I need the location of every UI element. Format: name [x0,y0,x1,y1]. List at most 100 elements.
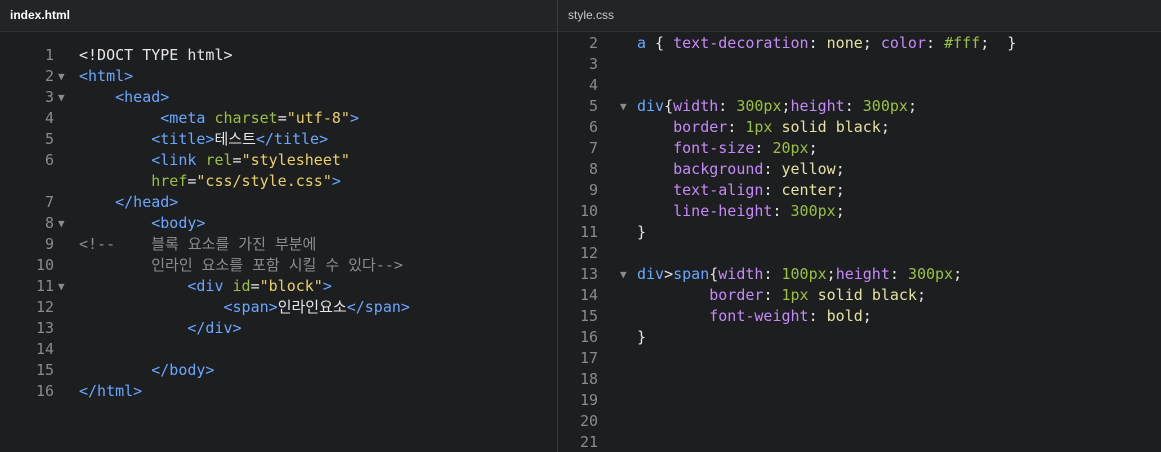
code-token: <title> [151,130,215,148]
code-text: href="css/style.css"> [79,171,341,192]
code-token: 테스트 [214,130,256,148]
code-line[interactable]: 6 border: 1px solid black; [558,117,1161,138]
code-line[interactable]: 11 ▼ <div id="block"> [0,276,557,297]
line-number: 12 [35,298,54,316]
tab-style-css[interactable]: style.css [568,0,614,31]
code-token: <div [187,277,233,295]
code-line[interactable]: 14 [0,339,557,360]
line-number: 10 [579,202,598,220]
line-number: 7 [588,139,598,157]
line-number: 3 [588,55,598,73]
editor-pane-css[interactable]: style.css 2 a { text-decoration: none; co… [558,0,1161,452]
code-line[interactable]: 4 [558,75,1161,96]
code-line[interactable]: 8 ▼ <body> [0,213,557,234]
code-line[interactable]: 13 </div> [0,318,557,339]
tab-bar: style.css [558,0,1161,32]
code-token: width [718,265,764,283]
code-line[interactable]: 12 [558,243,1161,264]
line-number: 2 [588,34,598,52]
fold-toggle-icon[interactable]: ▼ [58,276,65,297]
code-text: font-weight: bold; [637,306,872,327]
code-line[interactable]: 3 ▼ <head> [0,87,557,108]
code-text: font-size: 20px; [637,138,818,159]
code-line[interactable]: 18 [558,369,1161,390]
line-number: 7 [44,193,54,211]
code-token: font-size [673,139,755,157]
code-line[interactable]: 10 line-height: 300px; [558,201,1161,222]
code-token: href [151,172,188,190]
code-token: 300px [862,97,908,115]
code-line[interactable]: 15 </body> [0,360,557,381]
code-text: </head> [79,192,178,213]
code-line[interactable]: 21 [558,432,1161,452]
code-token: ; [880,118,890,136]
tab-index-html[interactable]: index.html [10,0,70,31]
code-line[interactable]: 14 border: 1px solid black; [558,285,1161,306]
code-line[interactable]: 16} [558,327,1161,348]
code-line[interactable]: 9 text-align: center; [558,180,1161,201]
line-number: 18 [579,370,598,388]
code-line[interactable]: 5 <title>테스트</title> [0,129,557,150]
fold-toggle-icon[interactable]: ▼ [58,213,65,234]
code-token: { [709,265,719,283]
fold-toggle-icon[interactable]: ▼ [58,87,65,108]
code-line[interactable]: 7 font-size: 20px; [558,138,1161,159]
fold-toggle-icon[interactable]: ▼ [58,66,65,87]
code-line[interactable]: 2 ▼ <html> [0,66,557,87]
code-token: ; [835,160,845,178]
code-line[interactable]: 13 ▼ div>span{width: 100px;height: 300px; [558,264,1161,285]
fold-toggle-icon[interactable]: ▼ [620,96,627,117]
line-number: 5 [588,97,598,115]
editor-pane-html[interactable]: index.html 1 <!DOCT TYPE html> 2 ▼ <html> 3 ▼ … [0,0,557,452]
code-line[interactable]: 17 [558,348,1161,369]
code-text: <span>인라인요소</span> [79,297,410,318]
code-line[interactable]: 7 </head> [0,192,557,213]
code-token: #fff [944,34,981,52]
code-line[interactable]: 19 [558,390,1161,411]
code-token: 300px [736,97,782,115]
code-line[interactable]: href="css/style.css"> [0,171,557,192]
code-token: rel [205,151,233,169]
code-area[interactable]: 2 a { text-decoration: none; color: #fff;… [558,33,1161,452]
line-number: 10 [35,256,54,274]
code-text: border: 1px solid black; [637,285,926,306]
code-line[interactable]: 3 [558,54,1161,75]
code-token: "block" [259,277,323,295]
code-token: <span> [223,298,278,316]
code-line[interactable]: 20 [558,411,1161,432]
code-text: <body> [79,213,205,234]
line-number: 5 [44,130,54,148]
code-line[interactable]: 10 인라인 요소를 포함 시킬 수 있다--> [0,255,557,276]
code-line[interactable]: 11} [558,222,1161,243]
code-line[interactable]: 1 <!DOCT TYPE html> [0,45,557,66]
code-token: a [637,34,647,52]
code-line[interactable]: 4 <meta charset="utf-8"> [0,108,557,129]
code-text: div>span{width: 100px;height: 300px; [637,264,962,285]
code-line[interactable]: 6 <link rel="stylesheet" [0,150,557,171]
code-line[interactable]: 8 background: yellow; [558,159,1161,180]
line-number: 12 [579,244,598,262]
fold-toggle-icon[interactable]: ▼ [620,264,627,285]
line-number: 6 [588,118,598,136]
code-line[interactable]: 15 font-weight: bold; [558,306,1161,327]
code-line[interactable]: 16 </html> [0,381,557,402]
code-line[interactable]: 2 a { text-decoration: none; color: #fff;… [558,33,1161,54]
code-line[interactable]: 9 <!-- 블록 요소를 가진 부분에 [0,234,557,255]
line-number: 2 [44,67,54,85]
code-area[interactable]: 1 <!DOCT TYPE html> 2 ▼ <html> 3 ▼ <head> 4 <me… [0,45,557,402]
code-token: center [781,181,836,199]
tab-bar: index.html [0,0,557,32]
code-line[interactable]: 12 <span>인라인요소</span> [0,297,557,318]
line-number: 9 [44,235,54,253]
code-token: : [889,265,908,283]
line-number: 8 [588,160,598,178]
code-line[interactable]: 5 ▼ div{width: 300px;height: 300px; [558,96,1161,117]
code-token: { [664,97,674,115]
